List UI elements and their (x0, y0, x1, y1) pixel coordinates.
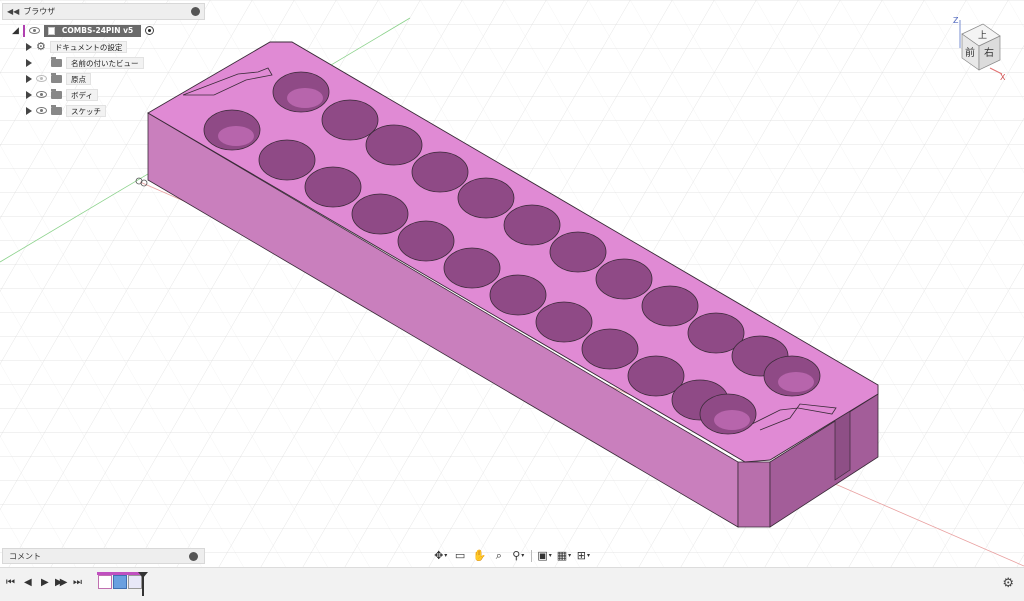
root-label-text: COMBS-24PIN v5 (61, 25, 134, 35)
folder-icon (51, 88, 62, 99)
go-to-end-icon[interactable]: ⏭ (73, 578, 82, 588)
look-at-icon[interactable]: ▭ (451, 548, 468, 563)
timeline-marker[interactable] (138, 572, 148, 596)
eye-icon[interactable] (36, 107, 47, 114)
tree-item-label: スケッチ (66, 104, 106, 117)
pan-icon[interactable]: ✋ (471, 548, 488, 563)
zoom-icon[interactable]: ⚲ ▾ (510, 548, 527, 563)
browser-header[interactable]: ◀◀ ブラウザ (2, 3, 205, 20)
root-component-label[interactable]: COMBS-24PIN v5 (43, 24, 142, 37)
viewcube-axis-x: X (1000, 73, 1006, 82)
tree-item-label: 名前の付いたビュー (66, 56, 144, 69)
collapse-root-icon[interactable]: ◢ (12, 26, 19, 36)
grid-settings-icon[interactable]: ▦ ▾ (555, 548, 572, 563)
viewports-icon[interactable]: ⊞ ▾ (575, 548, 592, 563)
expand-icon[interactable] (26, 74, 32, 83)
viewcube-axis-z: Z (953, 16, 959, 25)
step-back-icon[interactable]: ◀ (24, 578, 32, 588)
extrude-feature-icon[interactable] (113, 575, 127, 589)
component-icon (47, 26, 55, 35)
navigation-toolbar: ✥ ▾ ▭ ✋ ⌕ ⚲ ▾ ▣ ▾ ▦ ▾ ⊞ ▾ (432, 547, 592, 564)
expand-icon[interactable] (26, 90, 32, 99)
tree-item-origin[interactable]: 原点 (26, 72, 91, 85)
viewcube-right: 右 (984, 46, 994, 59)
expand-icon[interactable] (26, 106, 32, 115)
activate-target-icon[interactable] (145, 26, 155, 35)
add-comment-icon[interactable] (189, 551, 198, 561)
timeline-settings-gear-icon[interactable]: ⚙ (1002, 576, 1014, 591)
sketch-feature-icon[interactable] (98, 575, 112, 589)
comments-title: コメント (9, 551, 41, 561)
comments-panel[interactable]: コメント (2, 548, 205, 564)
step-forward-icon[interactable]: ▶▶ (55, 578, 68, 588)
go-to-start-icon[interactable]: ⏮ (6, 578, 15, 588)
eye-icon[interactable] (28, 27, 40, 34)
tree-item-bodies[interactable]: ボディ (26, 88, 98, 101)
tree-item-named-views[interactable]: 名前の付いたビュー (26, 56, 144, 69)
viewcube-top: 上 (978, 30, 987, 41)
zoom-window-icon[interactable]: ⌕ (490, 548, 507, 563)
browser-panel: ◀◀ ブラウザ ◢ COMBS-24PIN v5 ⚙ ドキュメントの設定 名前の… (2, 3, 205, 119)
eye-icon[interactable] (36, 91, 47, 98)
tree-item-label: ドキュメントの設定 (49, 40, 128, 53)
gear-icon: ⚙ (36, 40, 46, 53)
display-settings-icon[interactable]: ▣ ▾ (536, 548, 553, 563)
browser-pin-icon[interactable] (191, 7, 200, 16)
play-icon[interactable]: ▶ (41, 578, 49, 588)
orbit-icon[interactable]: ✥ ▾ (432, 548, 449, 563)
tree-item-document-settings[interactable]: ⚙ ドキュメントの設定 (26, 40, 128, 53)
collapse-panel-icon[interactable]: ◀◀ (7, 7, 19, 16)
expand-icon[interactable] (26, 42, 32, 51)
expand-icon[interactable] (26, 58, 32, 67)
tree-item-label: ボディ (66, 88, 98, 101)
tree-item-sketches[interactable]: スケッチ (26, 104, 106, 117)
tree-root[interactable]: ◢ COMBS-24PIN v5 (12, 24, 155, 37)
eye-hidden-icon[interactable] (36, 75, 47, 82)
folder-icon (51, 104, 62, 115)
timeline-bar: ⏮ ◀ ▶ ▶▶ ⏭ ⚙ (0, 567, 1024, 601)
viewcube-front: 前 (965, 46, 975, 59)
browser-title: ブラウザ (23, 7, 56, 16)
view-cube[interactable]: 上 前 右 Z X (950, 14, 1010, 84)
folder-icon (51, 56, 62, 67)
folder-icon (51, 72, 62, 83)
tree-item-label: 原点 (66, 72, 91, 85)
